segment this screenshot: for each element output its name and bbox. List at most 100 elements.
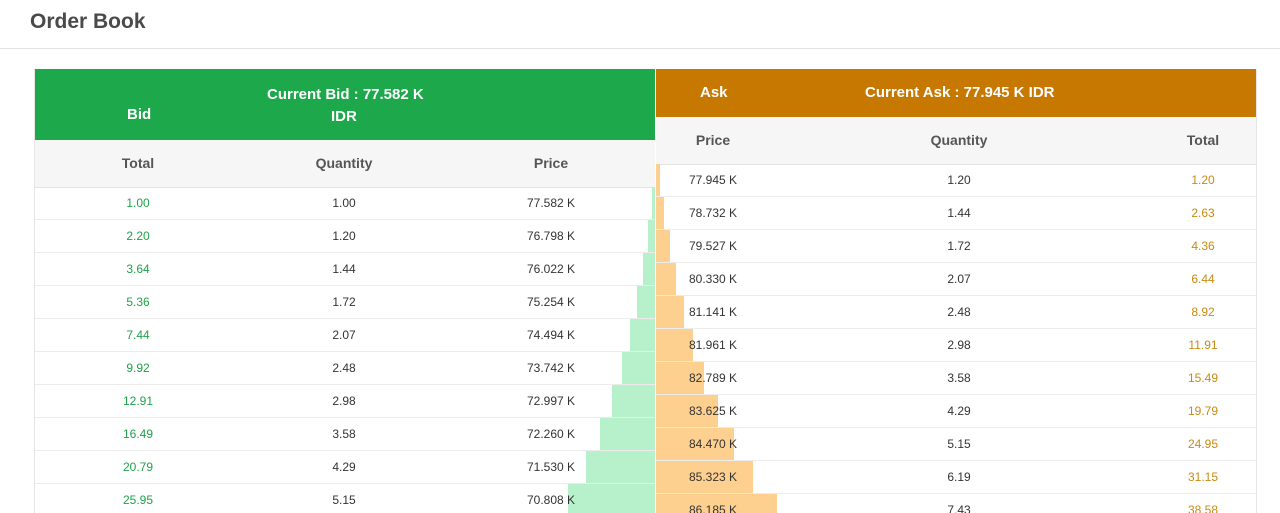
bid-row[interactable]: 16.49 3.58 72.260 K: [35, 418, 655, 451]
ask-depth-bar: [656, 164, 660, 196]
ask-row[interactable]: 86.185 K 7.43 38.58: [656, 494, 1256, 513]
bid-row[interactable]: 20.79 4.29 71.530 K: [35, 451, 655, 484]
bid-price-cell: 72.260 K: [526, 427, 576, 441]
ask-row[interactable]: 85.323 K 6.19 31.15: [656, 461, 1256, 494]
bid-depth-bar: [586, 451, 655, 483]
current-bid: Current Bid : 77.582 K IDR: [267, 84, 424, 128]
bid-row[interactable]: 25.95 5.15 70.808 K: [35, 484, 655, 513]
bid-panel: Bid Current Bid : 77.582 K IDR Total Qua…: [34, 69, 655, 513]
ask-price-cell: 77.945 K: [688, 173, 738, 187]
ask-price-cell: 82.789 K: [688, 371, 738, 385]
bid-row[interactable]: 12.91 2.98 72.997 K: [35, 385, 655, 418]
ask-quantity-cell: 4.29: [947, 404, 971, 418]
ask-quantity-cell: 2.07: [947, 272, 971, 286]
ask-price-cell: 83.625 K: [688, 404, 738, 418]
ask-quantity-cell: 3.58: [947, 371, 971, 385]
bid-quantity-cell: 2.07: [332, 328, 356, 342]
bid-price-cell: 74.494 K: [526, 328, 576, 342]
bid-total-cell: 9.92: [126, 361, 150, 375]
bid-price-cell: 70.808 K: [526, 493, 576, 507]
bid-total-cell: 3.64: [126, 262, 150, 276]
ask-depth-bar: [656, 263, 676, 295]
ask-depth-bar: [656, 197, 664, 229]
bid-rows: 1.00 1.00 77.582 K 2.20 1.20 76.798 K 3.64 1.44…: [35, 187, 655, 513]
ask-row[interactable]: 84.470 K 5.15 24.95: [656, 428, 1256, 461]
current-bid-value: Current Bid : 77.582 K: [267, 86, 424, 103]
bid-price-cell: 76.022 K: [526, 262, 576, 276]
bid-row[interactable]: 9.92 2.48 73.742 K: [35, 352, 655, 385]
bid-total-cell: 2.20: [126, 229, 150, 243]
current-ask: Current Ask : 77.945 K IDR: [865, 84, 1055, 101]
current-bid-unit: IDR: [331, 108, 357, 125]
ask-row[interactable]: 77.945 K 1.20 1.20: [656, 164, 1256, 197]
ask-label: Ask: [700, 84, 728, 101]
bid-price-cell: 71.530 K: [526, 460, 576, 474]
bid-total-cell: 1.00: [126, 196, 150, 210]
bid-total-cell: 5.36: [126, 295, 150, 309]
ask-total-cell: 11.91: [1188, 338, 1218, 352]
bid-header: Bid Current Bid : 77.582 K IDR: [35, 69, 655, 140]
ask-row[interactable]: 83.625 K 4.29 19.79: [656, 395, 1256, 428]
ask-price-cell: 85.323 K: [688, 470, 738, 484]
bid-price-cell: 76.798 K: [526, 229, 576, 243]
bid-label: Bid: [127, 106, 152, 123]
ask-total-cell: 38.58: [1187, 503, 1219, 513]
bid-row[interactable]: 7.44 2.07 74.494 K: [35, 319, 655, 352]
bid-total-cell: 16.49: [122, 427, 154, 441]
bid-col-quantity: Quantity: [315, 155, 373, 171]
bid-quantity-cell: 5.15: [332, 493, 356, 507]
bid-quantity-cell: 2.98: [332, 394, 356, 408]
ask-quantity-cell: 1.72: [947, 239, 971, 253]
bid-row[interactable]: 5.36 1.72 75.254 K: [35, 286, 655, 319]
ask-row[interactable]: 80.330 K 2.07 6.44: [656, 263, 1256, 296]
ask-row[interactable]: 78.732 K 1.44 2.63: [656, 197, 1256, 230]
ask-price-cell: 79.527 K: [688, 239, 738, 253]
ask-col-price: Price: [695, 132, 731, 148]
ask-quantity-cell: 2.48: [947, 305, 971, 319]
ask-total-cell: 19.79: [1187, 404, 1219, 418]
ask-panel: Ask Current Ask : 77.945 K IDR Price Qua…: [656, 69, 1257, 513]
ask-quantity-cell: 5.15: [947, 437, 971, 451]
bid-row[interactable]: 2.20 1.20 76.798 K: [35, 220, 655, 253]
bid-depth-bar: [600, 418, 655, 450]
ask-header: Ask Current Ask : 77.945 K IDR: [656, 69, 1256, 117]
bid-depth-bar: [612, 385, 655, 417]
bid-row[interactable]: 3.64 1.44 76.022 K: [35, 253, 655, 286]
ask-column-headers: Price Quantity Total: [656, 117, 1256, 165]
ask-row[interactable]: 81.961 K 2.98 11.91: [656, 329, 1256, 362]
bid-quantity-cell: 1.44: [332, 262, 356, 276]
bid-total-cell: 7.44: [126, 328, 150, 342]
ask-row[interactable]: 79.527 K 1.72 4.36: [656, 230, 1256, 263]
ask-price-cell: 81.141 K: [688, 305, 738, 319]
ask-total-cell: 31.15: [1187, 470, 1219, 484]
bid-column-headers: Total Quantity Price: [35, 140, 655, 188]
bid-depth-bar: [568, 484, 655, 513]
bid-total-cell: 20.79: [122, 460, 154, 474]
ask-depth-bar: [656, 230, 670, 262]
ask-total-cell: 6.44: [1191, 272, 1215, 286]
bid-total-cell: 12.91: [122, 394, 154, 408]
ask-quantity-cell: 1.20: [947, 173, 971, 187]
ask-price-cell: 84.470 K: [688, 437, 738, 451]
ask-price-cell: 80.330 K: [688, 272, 738, 286]
bid-quantity-cell: 1.20: [332, 229, 356, 243]
ask-quantity-cell: 7.43: [947, 503, 971, 513]
bid-col-total: Total: [121, 155, 155, 171]
ask-quantity-cell: 6.19: [947, 470, 971, 484]
ask-total-cell: 1.20: [1191, 173, 1215, 187]
ask-total-cell: 4.36: [1191, 239, 1215, 253]
ask-quantity-cell: 2.98: [947, 338, 971, 352]
bid-depth-bar: [622, 352, 655, 384]
bid-quantity-cell: 3.58: [332, 427, 356, 441]
bid-quantity-cell: 2.48: [332, 361, 356, 375]
bid-price-cell: 72.997 K: [526, 394, 576, 408]
bid-depth-bar: [652, 187, 655, 219]
ask-row[interactable]: 81.141 K 2.48 8.92: [656, 296, 1256, 329]
page-title: Order Book: [30, 10, 146, 33]
bid-row[interactable]: 1.00 1.00 77.582 K: [35, 187, 655, 220]
ask-row[interactable]: 82.789 K 3.58 15.49: [656, 362, 1256, 395]
ask-total-cell: 2.63: [1191, 206, 1215, 220]
bid-total-cell: 25.95: [122, 493, 154, 507]
ask-depth-bar: [656, 329, 693, 361]
ask-price-cell: 81.961 K: [688, 338, 738, 352]
